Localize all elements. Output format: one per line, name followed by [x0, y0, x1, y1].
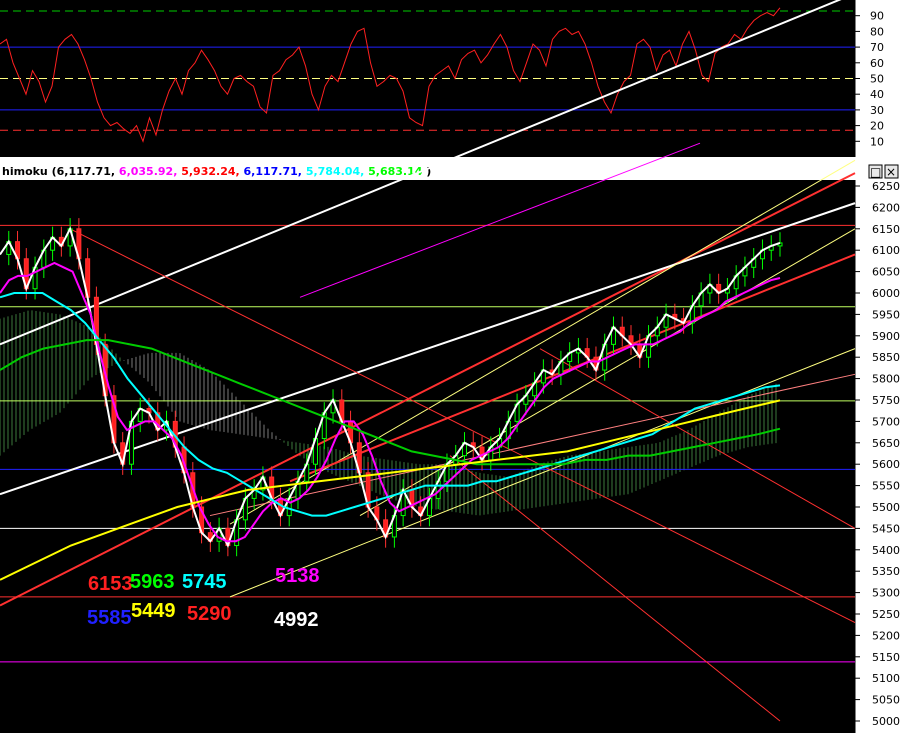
chart-canvas: 102030405060708090 himoku (6,117.71, 6,0…: [0, 0, 906, 733]
osc-tick-label-40: 40: [870, 88, 884, 101]
restore-icon: □: [870, 165, 881, 179]
price-tick-label-5350: 5350: [872, 565, 900, 578]
annotation-4992: 4992: [274, 609, 319, 631]
header-value-4: 5,784.04,: [306, 165, 368, 178]
price-tick-label-5150: 5150: [872, 651, 900, 664]
price-tick-label-5600: 5600: [872, 458, 900, 471]
annotation-5449: 5449: [131, 600, 176, 622]
price-tick-label-6100: 6100: [872, 244, 900, 257]
osc-tick-label-50: 50: [870, 73, 884, 86]
restore-button[interactable]: □: [868, 164, 883, 179]
annotation-6153: 6153: [88, 573, 133, 595]
osc-tick-label-90: 90: [870, 10, 884, 23]
osc-tick-label-70: 70: [870, 41, 884, 54]
indicator-header-text: himoku (6,117.71, 6,035.92, 5,932.24, 6,…: [2, 165, 431, 178]
price-tick-label-5650: 5650: [872, 437, 900, 450]
annotation-5290: 5290: [187, 603, 232, 625]
price-tick-label-5800: 5800: [872, 373, 900, 386]
price-tick-label-5400: 5400: [872, 544, 900, 557]
osc-tick-label-30: 30: [870, 104, 884, 117]
price-tick-label-5100: 5100: [872, 672, 900, 685]
price-tick-label-6000: 6000: [872, 287, 900, 300]
price-plot-area: [0, 180, 855, 733]
oscillator-panel: 10 20 30 40 50 60 70 80 90: [0, 0, 906, 157]
price-tick-label-5850: 5850: [872, 351, 900, 364]
price-tick-label-5000: 5000: [872, 715, 900, 728]
header-value-3: 6,117.71,: [244, 165, 306, 178]
close-button[interactable]: ×: [884, 164, 899, 179]
header-value-0: 6,117.71,: [57, 165, 119, 178]
header-value-5: 5,683.14: [368, 165, 426, 178]
price-tick-label-5750: 5750: [872, 394, 900, 407]
price-tick-label-5300: 5300: [872, 587, 900, 600]
price-tick-label-5200: 5200: [872, 629, 900, 642]
annotation-5963: 5963: [130, 571, 175, 593]
price-tick-label-5950: 5950: [872, 308, 900, 321]
annotation-5585: 5585: [87, 607, 132, 629]
osc-tick-label-20: 20: [870, 120, 884, 133]
price-tick-label-5050: 5050: [872, 694, 900, 707]
osc-tick-label-60: 60: [870, 57, 884, 70]
oscillator-plot-area: [0, 0, 855, 157]
price-tick-label-5250: 5250: [872, 608, 900, 621]
price-tick-label-5900: 5900: [872, 330, 900, 343]
price-tick-label-5700: 5700: [872, 415, 900, 428]
header-value-1: 6,035.92,: [119, 165, 181, 178]
price-tick-label-5450: 5450: [872, 522, 900, 535]
header-prefix: himoku (: [2, 165, 57, 178]
price-tick-label-6150: 6150: [872, 223, 900, 236]
price-tick-label-5550: 5550: [872, 480, 900, 493]
price-tick-label-6250: 6250: [872, 180, 900, 193]
annotation-5138: 5138: [275, 565, 320, 587]
annotation-5745: 5745: [182, 571, 227, 593]
price-tick-label-6200: 6200: [872, 201, 900, 214]
price-tick-label-5500: 5500: [872, 501, 900, 514]
price-tick-label-6050: 6050: [872, 266, 900, 279]
close-icon: ×: [886, 165, 896, 179]
osc-tick-label-10: 10: [870, 135, 884, 148]
header-value-2: 5,932.24,: [181, 165, 243, 178]
osc-tick-label-80: 80: [870, 25, 884, 38]
